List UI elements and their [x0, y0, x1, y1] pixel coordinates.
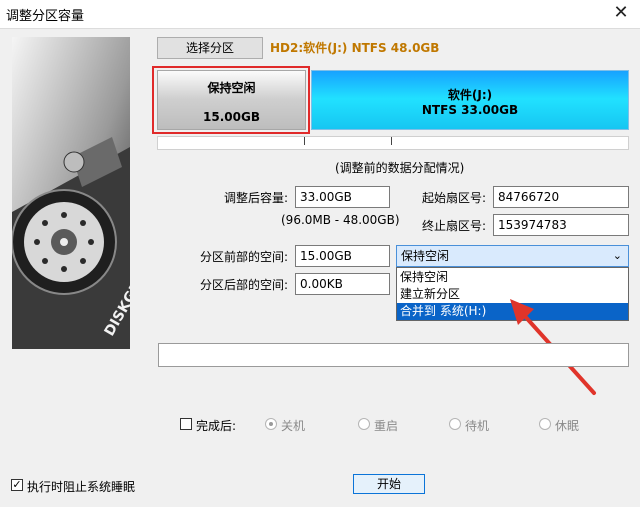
radio-standby[interactable] — [449, 418, 461, 430]
disk-illustration: DISKGENIUS — [12, 37, 130, 349]
space-before-label: 分区前部的空间: — [199, 250, 288, 264]
start-button[interactable]: 开始 — [353, 474, 425, 494]
disk-info: HD2:软件(J:) NTFS 48.0GB — [270, 39, 439, 56]
space-before-select-value: 保持空闲 — [401, 249, 450, 263]
space-before-input[interactable]: 15.00GB — [295, 245, 390, 267]
prevent-sleep-checkbox[interactable]: ✓ — [11, 479, 23, 491]
after-complete-label: 完成后: — [196, 419, 237, 433]
chevron-down-icon[interactable]: ⌄ — [613, 246, 622, 266]
highlight-box — [152, 66, 310, 134]
select-partition-button[interactable]: 选择分区 — [157, 37, 263, 59]
radio-shutdown[interactable] — [265, 418, 277, 430]
radio-hibernate[interactable] — [539, 418, 551, 430]
window-title: 调整分区容量 — [6, 9, 85, 24]
end-sector-label: 终止扇区号: — [421, 219, 486, 233]
after-complete-checkbox[interactable] — [180, 418, 192, 430]
space-after-label: 分区后部的空间: — [199, 278, 288, 292]
radio-restart-label: 重启 — [374, 419, 399, 433]
caption: (调整前的数据分配情况) — [335, 161, 465, 175]
partition-ruler — [157, 136, 629, 150]
range-hint: (96.0MB - 48.00GB) — [281, 213, 400, 227]
partition-j-size: NTFS 33.00GB — [421, 103, 519, 117]
option-keep-free[interactable]: 保持空闲 — [397, 269, 628, 286]
start-sector-label: 起始扇区号: — [421, 191, 486, 205]
radio-shutdown-label: 关机 — [281, 419, 306, 433]
progress-bar — [158, 343, 629, 367]
partition-j-name: 软件(J:) — [447, 88, 493, 102]
close-icon[interactable]: ✕ — [608, 2, 634, 24]
start-sector-input[interactable]: 84766720 — [493, 186, 629, 208]
ruler-tick — [304, 137, 305, 145]
radio-restart[interactable] — [358, 418, 370, 430]
ruler-tick — [391, 137, 392, 145]
disk-info-text: HD2:软件(J:) NTFS 48.0GB — [270, 41, 440, 55]
space-after-input[interactable]: 0.00KB — [295, 273, 390, 295]
radio-hibernate-label: 休眠 — [555, 419, 580, 433]
space-before-select[interactable]: 保持空闲 ⌄ — [396, 245, 629, 267]
radio-standby-label: 待机 — [465, 419, 490, 433]
adjusted-size-input[interactable]: 33.00GB — [295, 186, 390, 208]
adjusted-size-label: 调整后容量: — [223, 191, 288, 205]
title-bar — [0, 0, 640, 29]
end-sector-input[interactable]: 153974783 — [493, 214, 629, 236]
prevent-sleep-label: 执行时阻止系统睡眠 — [27, 480, 136, 494]
partition-software-j[interactable]: 软件(J:) NTFS 33.00GB — [311, 70, 629, 130]
